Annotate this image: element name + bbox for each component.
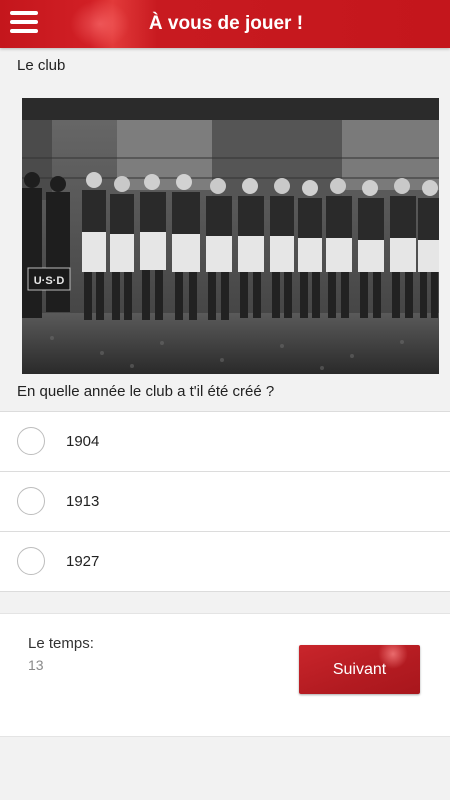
answer-option[interactable]: 1913 (0, 472, 450, 532)
answer-option-label: 1913 (66, 493, 100, 510)
answer-option-label: 1927 (66, 553, 100, 570)
timer-value: 13 (28, 657, 44, 673)
timer-label: Le temps: (28, 635, 94, 652)
radio-button[interactable] (17, 427, 45, 455)
photo-badge: U·S·D (34, 275, 65, 287)
radio-button[interactable] (17, 487, 45, 515)
answer-option-label: 1904 (66, 433, 100, 450)
timer-panel: Le temps: 13 Suivant (0, 613, 450, 737)
quiz-question: En quelle année le club a t'il été créé … (17, 383, 275, 400)
top-app-bar: À vous de jouer ! (0, 0, 450, 48)
team-photo: U·S·D (22, 98, 439, 374)
page-title: À vous de jouer ! (148, 13, 304, 34)
next-button[interactable]: Suivant (299, 645, 420, 694)
section-title: Le club (17, 57, 66, 74)
answer-option[interactable]: 1927 (0, 532, 450, 592)
next-button-label: Suivant (332, 661, 387, 678)
answer-options: 1904 1913 1927 (0, 411, 450, 592)
radio-button[interactable] (17, 547, 45, 575)
answer-option[interactable]: 1904 (0, 412, 450, 472)
